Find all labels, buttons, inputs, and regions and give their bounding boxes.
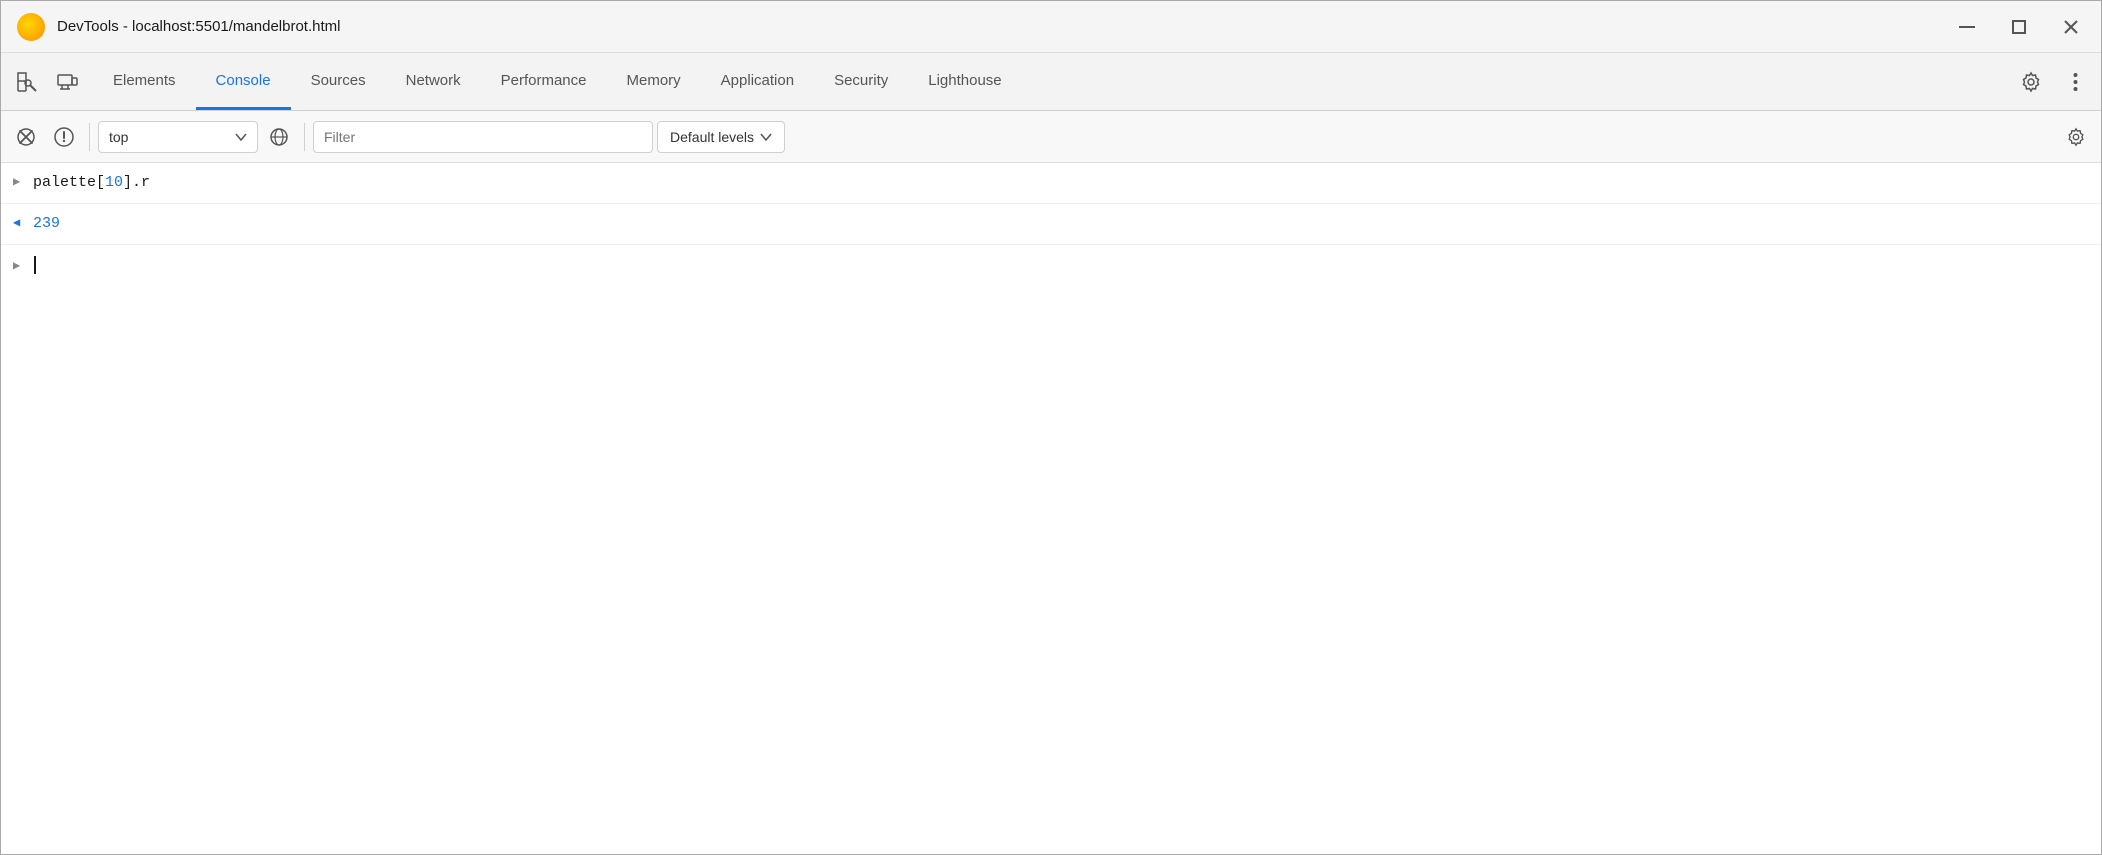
tab-security[interactable]: Security: [814, 53, 908, 110]
maximize-button[interactable]: [2005, 13, 2033, 41]
toolbar-divider-1: [89, 123, 90, 151]
context-selector[interactable]: top: [98, 121, 258, 153]
devtools-icon: [17, 13, 45, 41]
tab-memory[interactable]: Memory: [607, 53, 701, 110]
input-prompt-arrow: ▶: [13, 258, 33, 273]
console-output: ▶ palette[10].r ◀ 239 ▶: [1, 163, 2101, 854]
context-label: top: [109, 129, 229, 145]
tab-list: Elements Console Sources Network Perform…: [93, 53, 2013, 110]
entry-expand-arrow[interactable]: ▶: [13, 171, 33, 192]
device-toggle-button[interactable]: [49, 64, 85, 100]
context-dropdown-icon: [235, 133, 247, 141]
title-bar: DevTools - localhost:5501/mandelbrot.htm…: [1, 1, 2101, 53]
tab-console[interactable]: Console: [196, 53, 291, 110]
tab-bar-left-controls: [9, 64, 85, 100]
tab-bar: Elements Console Sources Network Perform…: [1, 53, 2101, 111]
more-options-button[interactable]: [2057, 64, 2093, 100]
result-arrow[interactable]: ◀: [13, 212, 33, 233]
tab-network[interactable]: Network: [386, 53, 481, 110]
tab-lighthouse[interactable]: Lighthouse: [908, 53, 1021, 110]
tab-elements[interactable]: Elements: [93, 53, 196, 110]
tab-bar-right-controls: [2013, 64, 2093, 100]
toolbar-divider-2: [304, 123, 305, 151]
console-entry-result: ◀ 239: [1, 204, 2101, 245]
console-toolbar: top Default levels: [1, 111, 2101, 163]
settings-button[interactable]: [2013, 64, 2049, 100]
console-settings-button[interactable]: [2059, 120, 2093, 154]
tab-sources[interactable]: Sources: [291, 53, 386, 110]
close-button[interactable]: [2057, 13, 2085, 41]
tab-application[interactable]: Application: [701, 53, 814, 110]
log-levels-button[interactable]: Default levels: [657, 121, 785, 153]
stop-on-exceptions-button[interactable]: [47, 120, 81, 154]
bracket-number: 10: [105, 174, 123, 191]
inspect-element-button[interactable]: [9, 64, 45, 100]
tab-performance[interactable]: Performance: [481, 53, 607, 110]
result-value: 239: [33, 215, 60, 232]
log-levels-label: Default levels: [670, 129, 754, 145]
console-cursor: [34, 256, 36, 274]
levels-dropdown-icon: [760, 133, 772, 141]
entry-content: palette[10].r: [33, 171, 2089, 195]
live-expressions-button[interactable]: [262, 120, 296, 154]
devtools-window: DevTools - localhost:5501/mandelbrot.htm…: [0, 0, 2102, 855]
filter-input[interactable]: [313, 121, 653, 153]
entry-text: palette[10].r: [33, 174, 150, 191]
window-title: DevTools - localhost:5501/mandelbrot.htm…: [57, 18, 1953, 35]
window-controls: [1953, 13, 2085, 41]
minimize-button[interactable]: [1953, 13, 1981, 41]
clear-console-button[interactable]: [9, 120, 43, 154]
result-content: 239: [33, 212, 2089, 236]
console-entry-command: ▶ palette[10].r: [1, 163, 2101, 204]
console-input-row[interactable]: ▶: [1, 245, 2101, 285]
